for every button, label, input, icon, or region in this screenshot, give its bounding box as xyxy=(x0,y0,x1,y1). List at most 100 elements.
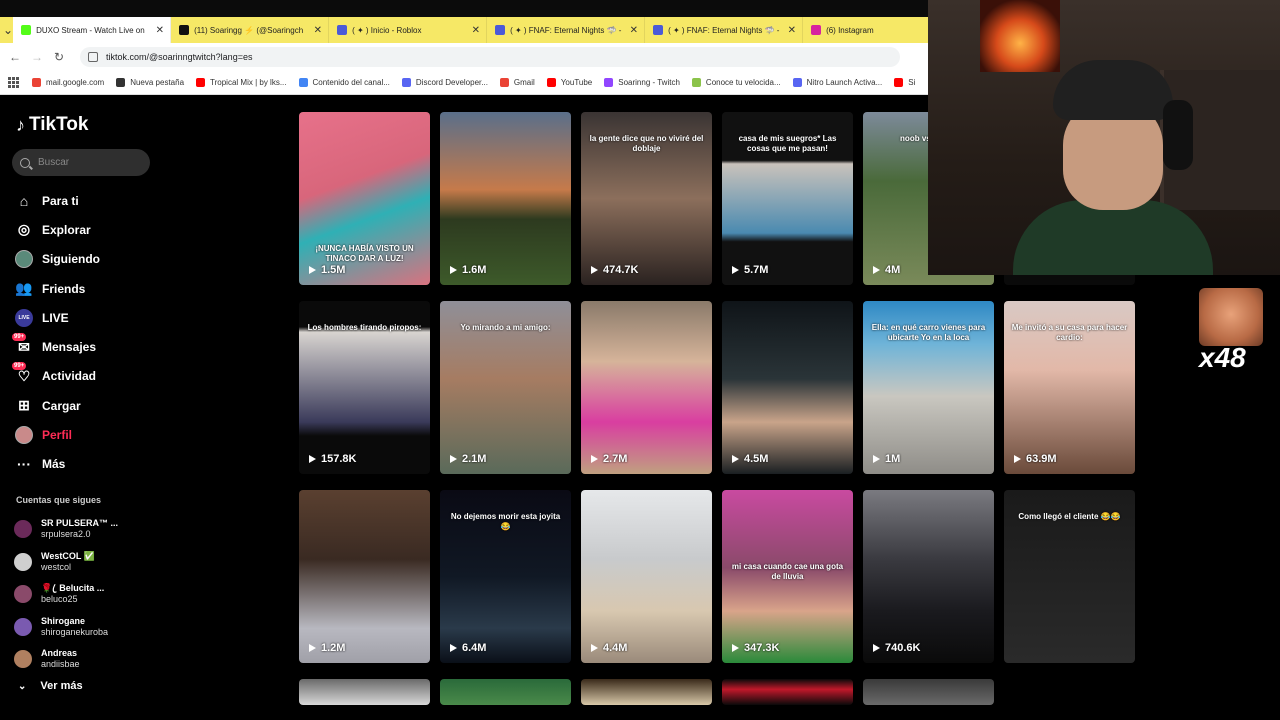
following-account[interactable]: Shirogane shiroganekuroba xyxy=(14,611,144,644)
video-thumbnail xyxy=(440,679,571,705)
video-card[interactable] xyxy=(581,679,712,705)
see-more-button[interactable]: ⌄ Ver más xyxy=(18,680,83,692)
video-card[interactable]: 740.6K xyxy=(863,490,994,663)
bookmark-item[interactable]: mail.google.com xyxy=(31,78,104,87)
search-box[interactable] xyxy=(12,149,150,176)
view-count-value: 474.7K xyxy=(603,264,639,276)
video-card[interactable]: ¡NUNCA HABÍA VISTO UN TINACO DAR A LUZ! 1… xyxy=(299,112,430,285)
streamer-image xyxy=(1013,60,1213,275)
bookmark-item[interactable]: Nitro Launch Activa... xyxy=(792,78,882,87)
sidebar-item-actividad[interactable]: ♡ 99+ Actividad xyxy=(12,362,154,391)
tab-favicon-icon xyxy=(179,25,190,35)
video-card[interactable] xyxy=(863,679,994,705)
tab-favicon-icon xyxy=(495,25,506,35)
sidebar-item-perfil[interactable]: Perfil xyxy=(14,420,154,449)
tiktok-logo[interactable]: ♪ TikTok xyxy=(16,114,88,136)
video-card[interactable]: 4.5M xyxy=(722,301,853,474)
account-name: SR PULSERA™ ... xyxy=(41,518,119,529)
browser-tab[interactable]: DUXO Stream - Watch Live on ✕ xyxy=(13,17,172,43)
video-caption: Me invitó a su casa para hacer cardio: xyxy=(1011,323,1128,342)
bookmark-item[interactable]: Contenido del canal... xyxy=(298,78,390,87)
bookmark-item[interactable]: Tropical Mix | by lks... xyxy=(196,78,287,87)
following-account[interactable]: 🌹 ꦿ Belucita ... beluco25 xyxy=(14,578,144,611)
bookmark-item[interactable]: YouTube xyxy=(546,78,592,87)
address-bar[interactable]: tiktok.com/@soarinngtwitch?lang=es xyxy=(80,47,900,67)
bookmark-label: Contenido del canal... xyxy=(312,78,390,87)
play-icon xyxy=(450,644,457,652)
close-tab-icon[interactable]: ✕ xyxy=(630,25,638,36)
sidebar-item-siguiendo[interactable]: Siguiendo xyxy=(14,245,154,274)
bookmark-label: Nueva pestaña xyxy=(130,78,185,87)
bookmark-item[interactable]: Soarinng - Twitch xyxy=(604,78,680,87)
bookmark-item[interactable]: Discord Developer... xyxy=(401,78,488,87)
close-tab-icon[interactable]: ✕ xyxy=(472,25,480,36)
reload-icon[interactable]: ↻ xyxy=(48,50,70,64)
bookmark-favicon-icon xyxy=(604,78,614,87)
bookmark-label: Conoce tu velocida... xyxy=(705,78,781,87)
video-card[interactable]: No dejemos morir esta joyita😂 6.4M xyxy=(440,490,571,663)
bookmark-item[interactable]: Gmail xyxy=(499,78,535,87)
video-card[interactable]: 2.7M xyxy=(581,301,712,474)
browser-tab[interactable]: ( ✦ ) Inicio - Roblox ✕ xyxy=(329,17,488,43)
sidebar-item-mensajes[interactable]: ✉ 99+ Mensajes xyxy=(12,332,154,361)
video-caption: mi casa cuando cae una gota de lluvia xyxy=(731,562,844,581)
view-count-value: 4.5M xyxy=(744,453,769,465)
video-card[interactable]: mi casa cuando cae una gota de lluvia 347… xyxy=(722,490,853,663)
back-icon[interactable]: ← xyxy=(4,50,26,64)
following-account[interactable]: SR PULSERA™ ... srpulsera2.0 xyxy=(14,513,144,546)
video-card[interactable] xyxy=(722,679,853,705)
browser-tab[interactable]: ( ✦ ) FNAF: Eternal Nights 🦈 - ✕ xyxy=(487,17,646,43)
sidebar-item-explorar[interactable]: ◎ Explorar xyxy=(14,215,154,244)
video-thumbnail xyxy=(722,679,853,705)
view-count-value: 1.2M xyxy=(321,642,346,654)
video-card[interactable]: Como llegó el cliente 😂😂 xyxy=(1004,490,1135,663)
video-card[interactable]: 1.2M xyxy=(299,490,430,663)
view-count-value: 6.4M xyxy=(462,642,487,654)
video-card[interactable] xyxy=(299,679,430,705)
bookmark-item[interactable]: Si xyxy=(894,78,915,87)
browser-tab[interactable]: ( ✦ ) FNAF: Eternal Nights 🦈 - ✕ xyxy=(645,17,804,43)
apps-grid-icon[interactable] xyxy=(8,76,20,89)
more-icon: ··· xyxy=(17,456,31,473)
tab-search-dropdown-icon[interactable]: ⌄ xyxy=(3,19,13,41)
close-tab-icon[interactable]: ✕ xyxy=(156,25,164,36)
bookmark-list: mail.google.com Nueva pestaña Tropical Mix… xyxy=(31,78,928,87)
sidebar-item-label: Explorar xyxy=(42,222,91,237)
video-card[interactable]: casa de mis suegros* Las cosas que me pa… xyxy=(722,112,853,285)
sidebar-item-parati[interactable]: ⌂ Para ti xyxy=(14,186,154,215)
video-card[interactable]: Ella: en qué carro vienes para ubicarte … xyxy=(863,301,994,474)
site-info-icon[interactable] xyxy=(88,52,98,62)
video-card[interactable]: la gente dice que no viviré del doblaje 4… xyxy=(581,112,712,285)
view-count: 4.5M xyxy=(732,453,768,465)
following-account[interactable]: Andreas andiisbae xyxy=(14,643,144,676)
video-card[interactable]: Me invitó a su casa para hacer cardio: 63… xyxy=(1004,301,1135,474)
tab-favicon-icon xyxy=(337,25,348,35)
view-count: 2.7M xyxy=(591,453,627,465)
close-tab-icon[interactable]: ✕ xyxy=(314,25,322,36)
search-input[interactable] xyxy=(38,157,138,168)
sidebar-item-friends[interactable]: 👥 Friends xyxy=(14,274,154,303)
bookmark-item[interactable]: Nueva pestaña xyxy=(116,78,184,87)
bookmarks-bar: mail.google.com Nueva pestaña Tropical Mix… xyxy=(0,71,928,95)
browser-tab[interactable]: (11) Soaringg ⚡ (@Soaringch ✕ xyxy=(171,17,330,43)
avatar xyxy=(14,552,32,571)
video-card[interactable]: Yo mirando a mi amigo: 2.1M xyxy=(440,301,571,474)
close-tab-icon[interactable]: ✕ xyxy=(788,25,796,36)
video-card[interactable]: 4.4M xyxy=(581,490,712,663)
bookmark-item[interactable]: Conoce tu velocida... xyxy=(691,78,781,87)
forward-icon[interactable]: → xyxy=(26,50,48,64)
video-card[interactable] xyxy=(440,679,571,705)
video-card[interactable]: Los hombres tirando piropos: 157.8K xyxy=(299,301,430,474)
tiktok-note-icon: ♪ xyxy=(16,114,25,135)
sidebar-item-ms[interactable]: ··· Más xyxy=(14,450,154,479)
video-card[interactable]: 1.6M xyxy=(440,112,571,285)
sidebar-item-cargar[interactable]: ⊞ Cargar xyxy=(14,391,154,420)
play-icon xyxy=(591,644,598,652)
following-account[interactable]: WestCOL ✅ westcol xyxy=(14,546,144,579)
search-icon xyxy=(20,157,30,168)
emote-count: x48 xyxy=(1199,342,1246,373)
sidebar-item-live[interactable]: LIVE LIVE xyxy=(14,303,154,332)
play-icon xyxy=(732,644,739,652)
video-thumbnail xyxy=(581,301,712,474)
tab-title: ( ✦ ) FNAF: Eternal Nights 🦈 - xyxy=(668,25,780,35)
